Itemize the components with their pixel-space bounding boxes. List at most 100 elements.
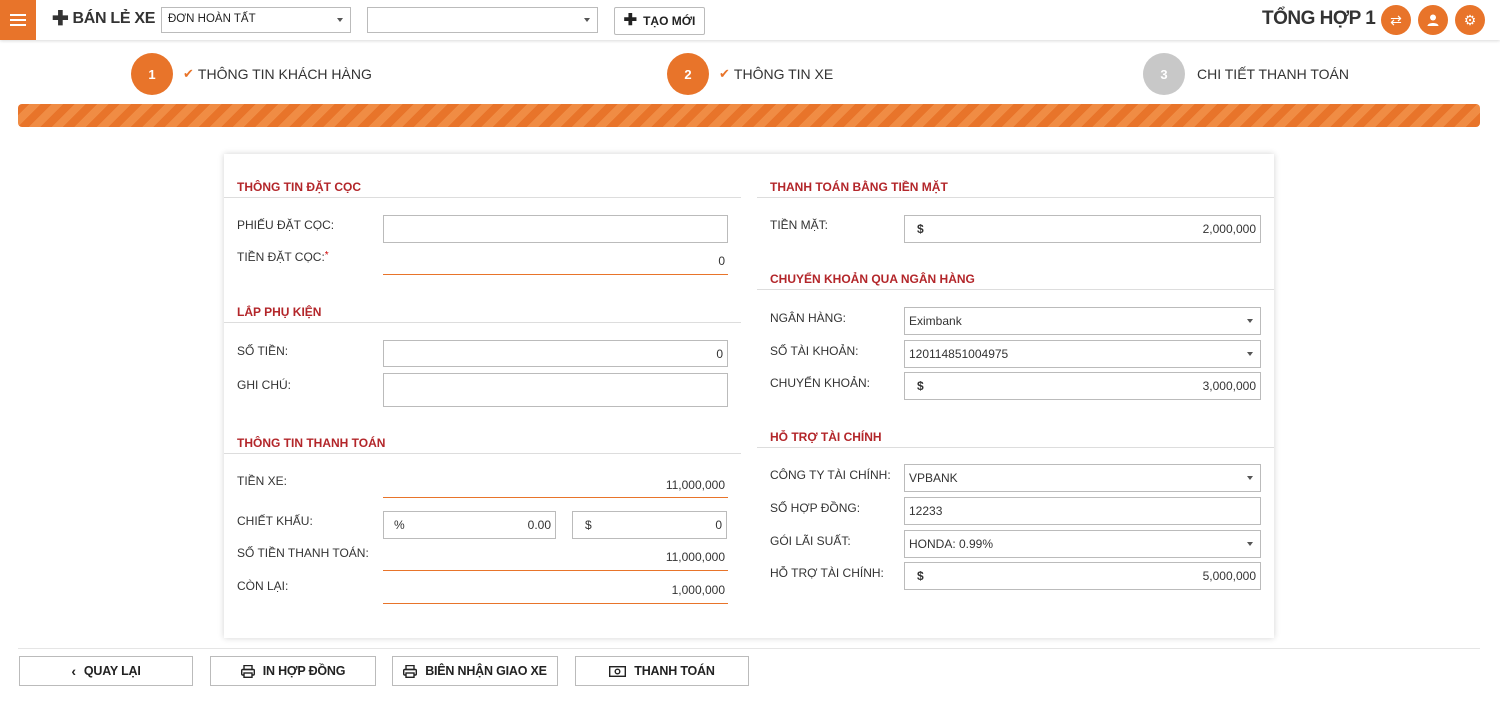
account-number-value: 120114851004975 (909, 347, 1009, 361)
divider (224, 197, 741, 198)
back-button[interactable]: ‹ QUAY LẠI (19, 656, 193, 686)
discount-amount-value: 0 (715, 518, 722, 532)
payment-info-section-title: THÔNG TIN THANH TOÁN (237, 436, 386, 450)
gear-icon[interactable]: ⚙ (1455, 5, 1485, 35)
transfer-value: 3,000,000 (1202, 379, 1256, 393)
step-number: 1 (131, 53, 173, 95)
contract-number-label: SỐ HỢP ĐỒNG: (770, 501, 861, 515)
step-label: THÔNG TIN XE (733, 66, 834, 82)
store-name: TỔNG HỢP 1 (1262, 8, 1376, 29)
remaining-value: 1,000,000 (671, 583, 725, 597)
deposit-voucher-label: PHIẾU ĐẶT CỌC: (237, 218, 335, 232)
finance-support-label: HỖ TRỢ TÀI CHÍNH: (770, 566, 884, 580)
printer-icon (240, 664, 255, 678)
finance-support-value: 5,000,000 (1202, 569, 1256, 583)
total-payment-label: SỐ TIỀN THANH TOÁN: (237, 546, 369, 560)
step-label: CHI TIẾT THANH TOÁN (1197, 66, 1349, 82)
chevron-down-icon (584, 18, 590, 22)
accessories-note-label: GHI CHÚ: (237, 378, 291, 392)
percent-icon: % (394, 518, 405, 532)
print-contract-button[interactable]: IN HỢP ĐỒNG (210, 656, 376, 686)
finance-company-label: CÔNG TY TÀI CHÍNH: (770, 468, 891, 482)
discount-percent-value: 0.00 (527, 518, 551, 532)
divider (757, 447, 1274, 448)
chevron-down-icon (337, 18, 343, 22)
finance-support-input[interactable]: $ 5,000,000 (904, 562, 1261, 590)
accessories-amount-value: 0 (716, 347, 723, 361)
contract-number-value: 12233 (909, 504, 943, 518)
create-new-button[interactable]: ✚ TẠO MỚI (614, 7, 705, 35)
bank-label: NGÂN HÀNG: (770, 311, 847, 325)
brand-title[interactable]: ✚ BÁN LẺ XE (52, 9, 156, 29)
transfer-label: CHUYỂN KHOẢN: (770, 376, 871, 390)
order-status-value: ĐƠN HOÀN TẤT (168, 13, 256, 25)
underline (383, 497, 728, 498)
divider (757, 289, 1274, 290)
order-status-select[interactable]: ĐƠN HOÀN TẤT (161, 7, 351, 33)
payment-form-card: THÔNG TIN ĐẶT CỌC PHIẾU ĐẶT CỌC: TIỀN ĐẶ… (224, 154, 1274, 638)
currency-icon: $ (917, 379, 924, 393)
checkout-button[interactable]: THANH TOÁN (575, 656, 749, 686)
step-label: THÔNG TIN KHÁCH HÀNG (197, 66, 372, 82)
check-icon: ✔ (183, 66, 194, 81)
divider (224, 453, 741, 454)
currency-icon: $ (585, 518, 592, 532)
step-vehicle-info[interactable]: 2 ✔ THÔNG TIN XE (667, 53, 833, 95)
discount-label: CHIẾT KHẤU: (237, 514, 313, 528)
bank-section-title: CHUYỂN KHOẢN QUA NGÂN HÀNG (770, 272, 975, 286)
underline (383, 570, 728, 571)
remaining-label: CÒN LẠI: (237, 579, 289, 593)
interest-package-value: HONDA: 0.99% (909, 537, 994, 551)
cash-section-title: THANH TOÁN BẰNG TIỀN MẶT (770, 180, 948, 194)
underline (383, 603, 728, 604)
cash-label: TIỀN MẶT: (770, 218, 829, 232)
interest-package-label: GÓI LÃI SUẤT: (770, 534, 851, 548)
step-payment-details[interactable]: 3 CHI TIẾT THANH TOÁN (1143, 53, 1349, 95)
accessories-amount-input[interactable]: 0 (383, 340, 728, 367)
chevron-down-icon (1247, 542, 1253, 546)
bank-select[interactable]: Eximbank (904, 307, 1261, 335)
account-number-select[interactable]: 120114851004975 (904, 340, 1261, 368)
cash-input[interactable]: $ 2,000,000 (904, 215, 1261, 243)
accessories-note-input[interactable] (383, 373, 728, 407)
secondary-select[interactable] (367, 7, 598, 33)
chevron-left-icon: ‹ (71, 663, 76, 679)
footer-divider (18, 648, 1480, 649)
chevron-down-icon (1247, 352, 1253, 356)
bank-value: Eximbank (909, 314, 962, 328)
required-mark: * (324, 250, 329, 261)
delivery-receipt-label: BIÊN NHẬN GIAO XE (425, 664, 547, 678)
printer-icon (403, 664, 418, 678)
discount-percent-input[interactable]: % 0.00 (383, 511, 556, 539)
vehicle-price-label: TIỀN XE: (237, 474, 288, 488)
deposit-amount-value[interactable]: 0 (383, 254, 725, 268)
user-icon[interactable] (1418, 5, 1448, 35)
account-number-label: SỐ TÀI KHOẢN: (770, 344, 859, 358)
deposit-voucher-input[interactable] (383, 215, 728, 243)
print-contract-label: IN HỢP ĐỒNG (262, 664, 346, 678)
step-customer-info[interactable]: 1 ✔ THÔNG TIN KHÁCH HÀNG (131, 53, 372, 95)
accessories-amount-label: SỐ TIỀN: (237, 344, 289, 358)
vehicle-price-value: 11,000,000 (665, 478, 725, 492)
contract-number-input[interactable]: 12233 (904, 497, 1261, 525)
menu-icon[interactable] (0, 0, 36, 40)
divider (224, 322, 741, 323)
create-new-label: TẠO MỚI (643, 14, 696, 28)
interest-package-select[interactable]: HONDA: 0.99% (904, 530, 1261, 558)
chevron-down-icon (1247, 476, 1253, 480)
finance-company-select[interactable]: VPBANK (904, 464, 1261, 492)
transfer-input[interactable]: $ 3,000,000 (904, 372, 1261, 400)
deposit-amount-label-text: TIỀN ĐẶT CỌC: (237, 250, 325, 264)
discount-amount-input[interactable]: $ 0 (572, 511, 727, 539)
delivery-receipt-button[interactable]: BIÊN NHẬN GIAO XE (392, 656, 558, 686)
total-payment-value: 11,000,000 (665, 550, 725, 564)
check-icon: ✔ (719, 66, 730, 81)
money-icon (609, 665, 627, 677)
deposit-section-title: THÔNG TIN ĐẶT CỌC (237, 180, 361, 194)
currency-icon: $ (917, 222, 924, 236)
finance-company-value: VPBANK (909, 471, 958, 485)
deposit-amount-label: TIỀN ĐẶT CỌC:* (237, 250, 329, 264)
brand-label: BÁN LẺ XE (72, 10, 156, 27)
underline (383, 274, 728, 275)
switch-icon[interactable]: ⇄ (1381, 5, 1411, 35)
